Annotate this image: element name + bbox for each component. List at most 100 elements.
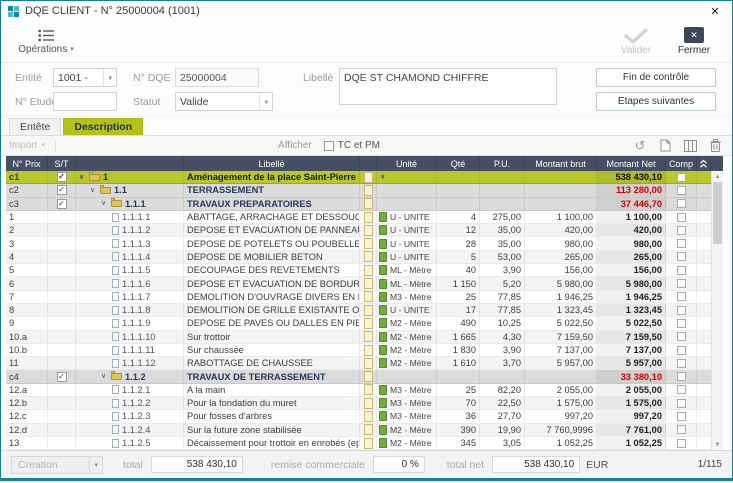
- expand-chevron-icon[interactable]: ∨: [101, 200, 109, 207]
- comp-checkbox[interactable]: [676, 398, 686, 408]
- cell-pu: 4,30: [480, 330, 525, 343]
- tab-strip: Entête Description: [1, 117, 732, 136]
- new-document-icon[interactable]: [656, 138, 674, 153]
- comp-checkbox[interactable]: [676, 411, 686, 421]
- operations-button[interactable]: Opérations ▾: [11, 21, 81, 62]
- table-row[interactable]: 11 1.1.1.12 RABOTTAGE DE CHAUSSEE M2 - Mètr…: [6, 357, 711, 371]
- scroll-up-icon[interactable]: ▲: [712, 171, 723, 182]
- comp-checkbox[interactable]: [676, 372, 686, 382]
- statut-select[interactable]: Valide ▾: [175, 92, 273, 111]
- table-row[interactable]: 13 1.1.2.5 Décaissement pour trottoir en e…: [6, 436, 711, 450]
- table-row[interactable]: c3 ✓ ∨ 1.1.1 TRAVAUX PREPARATOIRES 37 446,70: [6, 197, 711, 211]
- window-close-icon[interactable]: ✕: [702, 2, 728, 20]
- import-button[interactable]: Import ▾: [9, 140, 45, 151]
- table-row[interactable]: 8 1.1.1.8 DEMOLITION DE GRILLE EXISTANTE O…: [6, 303, 711, 318]
- expand-chevron-icon[interactable]: ∨: [79, 174, 87, 181]
- expand-chevron-icon[interactable]: ∨: [101, 373, 109, 380]
- table-row[interactable]: c4 ✓ ∨ 1.1.2 TRAVAUX DE TERRASSEMENT 33 380,1…: [6, 370, 711, 384]
- st-checkbox[interactable]: ✓: [56, 371, 67, 382]
- table-row[interactable]: 6 1.1.1.6 DEPOSE ET EVACUATION DE BORDURES…: [6, 277, 711, 291]
- comp-checkbox[interactable]: [676, 438, 686, 448]
- col-hierarchy[interactable]: [76, 156, 184, 171]
- comp-checkbox[interactable]: [676, 172, 686, 182]
- collapse-rows-icon[interactable]: [697, 156, 711, 171]
- comp-checkbox[interactable]: [676, 199, 686, 209]
- scroll-down-icon[interactable]: ▼: [712, 439, 723, 450]
- col-note[interactable]: [360, 156, 377, 171]
- comp-checkbox[interactable]: [676, 385, 686, 395]
- hierarchy-code: 1.1.1.11: [122, 345, 155, 355]
- col-montant-net[interactable]: Montant Net: [597, 156, 666, 171]
- libelle-input[interactable]: DQE ST CHAMOND CHIFFRE: [339, 68, 557, 105]
- num-etude-input[interactable]: [53, 92, 117, 111]
- st-checkbox[interactable]: ✓: [56, 172, 67, 183]
- cell-note: [360, 423, 377, 436]
- trash-icon[interactable]: [706, 138, 724, 153]
- table-row[interactable]: 3 1.1.1.3 DEPOSE DE POTELETS OU POUBELLES U…: [6, 237, 711, 251]
- fin-de-controle-button[interactable]: Fin de contrôle: [596, 68, 716, 87]
- comp-checkbox[interactable]: [676, 185, 686, 195]
- tc-pm-checkbox[interactable]: [323, 140, 334, 151]
- fermer-button[interactable]: ✕ Fermer: [666, 21, 722, 62]
- etapes-suivantes-button[interactable]: Etapes suivantes: [596, 92, 716, 111]
- comp-checkbox[interactable]: [676, 265, 686, 275]
- unit-dropdown-icon[interactable]: ▾: [381, 173, 385, 181]
- col-montant-brut[interactable]: Montant brut: [525, 156, 597, 171]
- table-row[interactable]: 1 1.1.1.1 ABATTAGE, ARRACHAGE ET DESSOUCHA…: [6, 210, 711, 225]
- st-checkbox[interactable]: ✓: [56, 185, 67, 196]
- cell-comp: [666, 370, 697, 383]
- cell-montant-net: 997,20: [597, 410, 666, 423]
- remise-field[interactable]: 0 %: [372, 456, 425, 473]
- comp-checkbox[interactable]: [676, 252, 686, 262]
- table-row[interactable]: 12.d 1.1.2.4 Sur la future zone stabilisée…: [6, 423, 711, 437]
- cell-comp: [666, 171, 697, 184]
- table-row[interactable]: 10.b 1.1.1.11 Sur chaussée M2 - Mètre 1 830 3…: [6, 343, 711, 358]
- comp-checkbox[interactable]: [676, 292, 686, 302]
- col-libelle[interactable]: Libellé: [184, 156, 360, 171]
- table-row[interactable]: c2 ✓ ∨ 1.1 TERRASSEMENT 113 280,00: [6, 184, 711, 198]
- comp-checkbox[interactable]: [676, 225, 686, 235]
- comp-checkbox[interactable]: [676, 425, 686, 435]
- comp-checkbox[interactable]: [676, 345, 686, 355]
- st-checkbox[interactable]: ✓: [56, 198, 67, 209]
- cell-end: [697, 237, 711, 249]
- creation-select[interactable]: Creation ▾: [11, 455, 103, 474]
- table-row[interactable]: 5 1.1.1.5 DECOUPAGE DES REVETEMENTS ML - Mè…: [6, 264, 711, 278]
- scrollbar-thumb[interactable]: [713, 182, 722, 244]
- col-pu[interactable]: P.U.: [480, 156, 525, 171]
- col-st[interactable]: S/T: [48, 156, 76, 171]
- comp-checkbox[interactable]: [676, 239, 686, 249]
- comp-checkbox[interactable]: [676, 318, 686, 328]
- vertical-scrollbar[interactable]: ▲ ▼: [711, 171, 723, 450]
- tab-description[interactable]: Description: [63, 118, 144, 135]
- comp-checkbox[interactable]: [676, 358, 686, 368]
- table-row[interactable]: 4 1.1.1.4 DEPOSE DE MOBILIER BETON U - UNIT…: [6, 250, 711, 265]
- comp-checkbox[interactable]: [676, 305, 686, 315]
- columns-icon[interactable]: [681, 138, 699, 153]
- cell-note: [360, 250, 377, 264]
- col-unite[interactable]: Unité: [377, 156, 437, 171]
- table-row[interactable]: 9 1.1.1.9 DEPOSE DE PAVES OU DALLES EN PIE…: [6, 317, 711, 331]
- table-row[interactable]: 2 1.1.1.2 DEPOSE ET EVACUATION DE PANNEAUX…: [6, 224, 711, 238]
- tab-entete[interactable]: Entête: [9, 118, 62, 135]
- table-row[interactable]: 10.a 1.1.1.10 Sur trottoir M2 - Mètre 1 665 4…: [6, 330, 711, 344]
- table-row[interactable]: 7 1.1.1.7 DEMOLITION D'OUVRAGE DIVERS EN B…: [6, 290, 711, 304]
- col-comp[interactable]: Comp: [666, 156, 697, 171]
- table-row[interactable]: c1 ✓ ∨ 1 Aménagement de la place Saint-Pierr…: [6, 171, 711, 185]
- col-num-prix[interactable]: N° Prix: [6, 156, 48, 171]
- entite-select[interactable]: 1001 - ▾: [53, 68, 117, 87]
- valider-button[interactable]: Valider: [606, 21, 666, 62]
- comp-checkbox[interactable]: [676, 279, 686, 289]
- expand-chevron-icon[interactable]: ∨: [90, 187, 98, 194]
- num-dqe-field: 25000004: [175, 68, 259, 87]
- clear-undo-icon[interactable]: ↺: [631, 138, 649, 153]
- table-row[interactable]: 12.c 1.1.2.3 Pour fosses d'arbres M3 - Mètr…: [6, 410, 711, 424]
- comp-checkbox[interactable]: [676, 212, 686, 222]
- table-row[interactable]: 12.b 1.1.2.2 Pour la fondation du muret M3 …: [6, 397, 711, 411]
- comp-checkbox[interactable]: [676, 332, 686, 342]
- col-qte[interactable]: Qté: [437, 156, 480, 171]
- cell-montant-brut: 980,00: [525, 237, 597, 250]
- tc-pm-label: TC et PM: [337, 140, 380, 151]
- table-row[interactable]: 12.a 1.1.2.1 A la main M3 - Mètre 25 82,20 2 0…: [6, 383, 711, 398]
- cell-libelle: Aménagement de la place Saint-Pierre: [184, 171, 360, 184]
